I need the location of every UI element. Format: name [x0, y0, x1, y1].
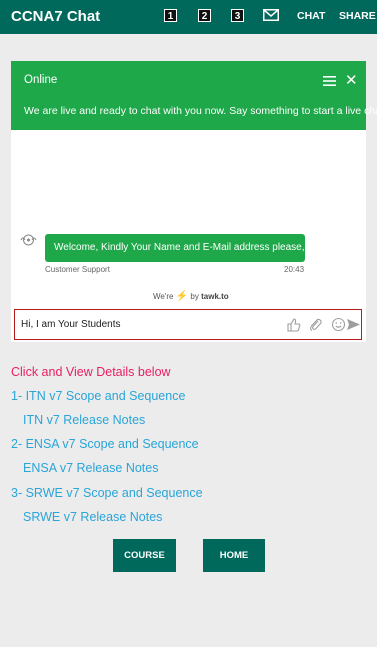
- number-1-icon[interactable]: 1: [164, 9, 177, 22]
- emoji-icon[interactable]: [331, 317, 346, 332]
- top-app-bar: CCNA7 Chat 1 2 3 CHAT SHARE: [0, 0, 377, 34]
- message-sender: Customer Support: [45, 265, 110, 274]
- close-icon[interactable]: ✕: [345, 73, 358, 88]
- mail-icon[interactable]: [263, 9, 279, 21]
- powered-brand: tawk.to: [201, 292, 229, 301]
- message-time: 20:43: [284, 265, 305, 274]
- chat-header: Online ✕ We are live and ready to chat w…: [11, 61, 377, 130]
- menu-icon[interactable]: [323, 76, 336, 86]
- chat-message-bubble: Welcome, Kindly Your Name and E-Mail add…: [45, 234, 310, 262]
- agent-avatar-icon: [20, 234, 37, 246]
- itn-release-notes-link[interactable]: ITN v7 Release Notes: [23, 413, 145, 427]
- itn-scope-link[interactable]: 1- ITN v7 Scope and Sequence: [11, 389, 185, 403]
- chat-input-value: Hi, I am Your Students: [21, 319, 121, 330]
- app-title: CCNA7 Chat: [11, 8, 101, 25]
- powered-by[interactable]: We're ⚡ by tawk.to: [153, 291, 229, 302]
- course-button[interactable]: COURSE: [113, 539, 176, 572]
- chat-input[interactable]: Hi, I am Your Students: [14, 309, 362, 340]
- chat-status: Online: [24, 74, 58, 86]
- share-link[interactable]: SHARE: [339, 10, 376, 22]
- lightning-icon: ⚡: [175, 291, 189, 302]
- srwe-scope-link[interactable]: 3- SRWE v7 Scope and Sequence: [11, 486, 203, 500]
- ensa-scope-link[interactable]: 2- ENSA v7 Scope and Sequence: [11, 437, 199, 451]
- ensa-release-notes-link[interactable]: ENSA v7 Release Notes: [23, 461, 159, 475]
- home-button[interactable]: HOME: [203, 539, 265, 572]
- powered-prefix: We're: [153, 292, 174, 301]
- details-heading: Click and View Details below: [11, 365, 171, 379]
- send-icon[interactable]: [346, 317, 361, 332]
- number-2-icon[interactable]: 2: [198, 9, 211, 22]
- chat-intro: We are live and ready to chat with you n…: [24, 105, 377, 117]
- powered-by-word: by: [190, 292, 199, 301]
- chat-link[interactable]: CHAT: [297, 10, 325, 22]
- paperclip-icon[interactable]: [308, 317, 323, 332]
- thumbs-up-icon[interactable]: [286, 317, 301, 332]
- chat-widget: Online ✕ We are live and ready to chat w…: [11, 61, 377, 342]
- number-3-icon[interactable]: 3: [231, 9, 244, 22]
- srwe-release-notes-link[interactable]: SRWE v7 Release Notes: [23, 510, 162, 524]
